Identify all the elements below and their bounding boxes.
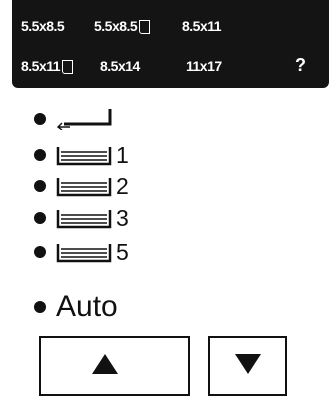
paper-size-label: 8.5x11 xyxy=(21,58,61,74)
tray-option-3[interactable]: 3 xyxy=(34,206,129,230)
paper-size-label: 8.5x14 xyxy=(100,58,140,74)
paper-tray-icon xyxy=(56,147,112,166)
help-button[interactable]: ? xyxy=(295,55,306,76)
tray-option-5[interactable]: 5 xyxy=(34,240,129,264)
tray-option-auto[interactable]: Auto xyxy=(34,290,118,324)
paper-size-label: 5.5x8.5 xyxy=(94,18,138,34)
tray-option-2[interactable]: 2 xyxy=(34,174,129,198)
radio-dot xyxy=(34,180,46,192)
scroll-up-button[interactable] xyxy=(39,336,190,396)
radio-dot xyxy=(34,212,46,224)
paper-tray-icon xyxy=(56,178,112,197)
auto-label: Auto xyxy=(56,290,118,323)
paper-size-5-5x8-5[interactable]: 5.5x8.5 xyxy=(21,18,65,34)
return-arrow-icon xyxy=(56,109,112,130)
paper-size-8-5x11[interactable]: 8.5x11 xyxy=(182,18,222,34)
paper-tray-icon xyxy=(56,244,112,263)
paper-size-11x17[interactable]: 11x17 xyxy=(186,58,222,74)
portrait-sheet-icon xyxy=(139,20,151,34)
tray-number: 5 xyxy=(116,239,129,265)
tray-option-1[interactable]: 1 xyxy=(34,143,129,167)
down-arrow-icon xyxy=(234,354,261,374)
paper-size-8-5x14[interactable]: 8.5x14 xyxy=(100,58,140,74)
radio-dot xyxy=(34,149,46,161)
radio-dot xyxy=(34,246,46,258)
up-arrow-icon xyxy=(91,354,118,374)
paper-size-label: 5.5x8.5 xyxy=(21,18,65,34)
paper-size-8-5x11-portrait[interactable]: 8.5x11 xyxy=(21,58,74,74)
tray-option-bypass[interactable] xyxy=(34,107,114,131)
tray-number: 1 xyxy=(116,142,129,168)
tray-number: 2 xyxy=(116,173,129,199)
paper-size-label: 11x17 xyxy=(186,58,222,74)
radio-dot xyxy=(34,113,46,125)
radio-dot xyxy=(34,301,46,313)
paper-size-label: 8.5x11 xyxy=(182,18,222,34)
paper-tray-icon xyxy=(56,210,112,229)
paper-size-panel: 5.5x8.5 5.5x8.5 8.5x11 8.5x11 8.5x14 11x… xyxy=(12,0,329,88)
scroll-down-button[interactable] xyxy=(208,336,287,396)
paper-size-5-5x8-5-portrait[interactable]: 5.5x8.5 xyxy=(94,18,151,34)
tray-number: 3 xyxy=(116,205,129,231)
portrait-sheet-icon xyxy=(62,60,74,74)
